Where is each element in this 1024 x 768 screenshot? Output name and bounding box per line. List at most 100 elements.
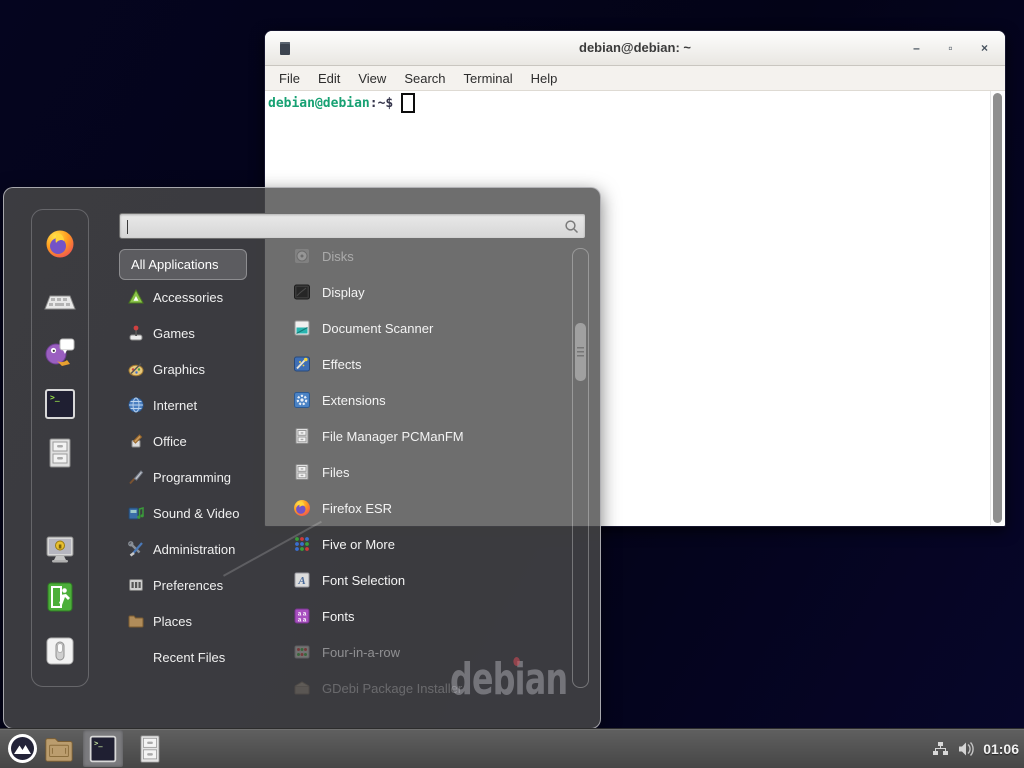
watermark-text: debian [450,654,567,705]
games-icon [127,324,145,342]
app-label: Disks [322,249,354,264]
places-icon [127,612,145,630]
terminal-cursor [401,93,415,113]
app-file-manager-pcmanfm[interactable]: File Manager PCManFM [292,418,567,454]
file-manager-icon [292,426,312,446]
four-in-a-row-icon [292,642,312,662]
taskbar-folder-launcher[interactable] [43,734,75,764]
taskbar-clock[interactable]: 01:06 [983,741,1019,757]
app-label: Display [322,285,365,300]
terminal-icon: >_ [43,387,77,421]
category-label: Accessories [153,290,223,305]
shut-down-button[interactable] [43,634,77,668]
app-firefox-esr[interactable]: Firefox ESR [292,490,567,526]
category-all-applications[interactable]: All Applications [119,249,247,280]
app-extensions[interactable]: Extensions [292,382,567,418]
app-font-selection[interactable]: A Font Selection [292,562,567,598]
category-games[interactable]: Games [127,315,277,351]
app-fonts[interactable]: a a a a Fonts [292,598,567,634]
effects-icon [292,354,312,374]
gdebi-icon [292,678,312,698]
document-scanner-icon [292,318,312,338]
close-button[interactable]: × [978,41,991,55]
category-label: Office [153,434,187,449]
app-label: Fonts [322,609,355,624]
category-label: Administration [153,542,235,557]
menu-scrollbar-thumb[interactable] [575,323,586,381]
menu-view[interactable]: View [349,69,395,88]
menu-terminal[interactable]: Terminal [455,69,522,88]
terminal-prompt-glyph: >_ [94,738,103,747]
disks-icon [292,246,312,266]
menu-launcher-icon [7,733,38,764]
app-files[interactable]: Files [292,454,567,490]
volume-icon[interactable] [957,741,975,757]
category-preferences[interactable]: Preferences [127,567,277,603]
category-programming[interactable]: Programming [127,459,277,495]
app-label: Files [322,465,349,480]
file-cabinet-icon [136,734,164,764]
minimize-button[interactable]: – [910,41,923,55]
category-administration[interactable]: Administration [127,531,277,567]
pidgin-shortcut[interactable] [43,334,77,368]
app-display[interactable]: Display [292,274,567,310]
log-out-button[interactable] [43,580,77,614]
taskbar-menu-button[interactable] [7,733,38,764]
network-icon[interactable] [932,740,949,757]
firefox-shortcut[interactable] [43,227,77,261]
prompt-suffix: :~$ [370,96,393,111]
desktop: debian@debian: ~ – ▫ × File Edit View Se… [0,0,1024,768]
category-label: All Applications [131,257,218,272]
category-label: Games [153,326,195,341]
accessories-icon [127,288,145,306]
keyboard-shortcut[interactable] [43,285,77,319]
category-label: Recent Files [153,650,225,665]
taskbar-terminal-task[interactable]: >_ [83,730,123,767]
category-graphics[interactable]: Graphics [127,351,277,387]
terminal-menubar: File Edit View Search Terminal Help [265,66,1005,91]
maximize-button[interactable]: ▫ [944,41,957,55]
menu-search[interactable]: Search [395,69,454,88]
app-disks[interactable]: Disks [292,238,567,274]
menu-file[interactable]: File [270,69,309,88]
lock-screen-button[interactable] [43,532,77,566]
app-label: Firefox ESR [322,501,392,516]
menu-search-box [119,213,586,239]
category-office[interactable]: Office [127,423,277,459]
app-label: Extensions [322,393,386,408]
terminal-titlebar[interactable]: debian@debian: ~ – ▫ × [265,31,1005,66]
category-label: Graphics [153,362,205,377]
sound-video-icon [127,504,145,522]
folder-icon [43,734,75,764]
search-caret [127,220,128,234]
app-label: Font Selection [322,573,405,588]
app-effects[interactable]: Effects [292,346,567,382]
debian-watermark: debian [450,654,567,705]
taskbar-files-launcher[interactable] [136,734,164,764]
menu-help[interactable]: Help [522,69,567,88]
terminal-scrollbar-thumb[interactable] [993,93,1002,523]
terminal-title: debian@debian: ~ [265,31,1005,65]
app-label: Effects [322,357,362,372]
category-accessories[interactable]: Accessories [127,279,277,315]
category-places[interactable]: Places [127,603,277,639]
font-selection-icon: A [292,570,312,590]
menu-scrollbar-track[interactable] [572,248,589,688]
file-cabinet-icon [43,436,77,470]
category-sound-video[interactable]: Sound & Video [127,495,277,531]
shell-prompt: debian@debian:~$ [268,94,989,112]
app-five-or-more[interactable]: Five or More [292,526,567,562]
terminal-shortcut[interactable]: >_ [43,387,77,421]
category-internet[interactable]: Internet [127,387,277,423]
menu-edit[interactable]: Edit [309,69,349,88]
prompt-user-host: debian@debian [268,96,370,111]
log-out-icon [43,580,77,614]
terminal-scrollbar[interactable] [990,91,1004,525]
menu-search-input[interactable] [128,216,548,236]
app-document-scanner[interactable]: Document Scanner [292,310,567,346]
file-manager-shortcut[interactable] [43,436,77,470]
preferences-icon [127,576,145,594]
application-menu: >_ [3,187,601,729]
category-label: Sound & Video [153,506,240,521]
category-recent-files[interactable]: Recent Files [127,639,303,675]
